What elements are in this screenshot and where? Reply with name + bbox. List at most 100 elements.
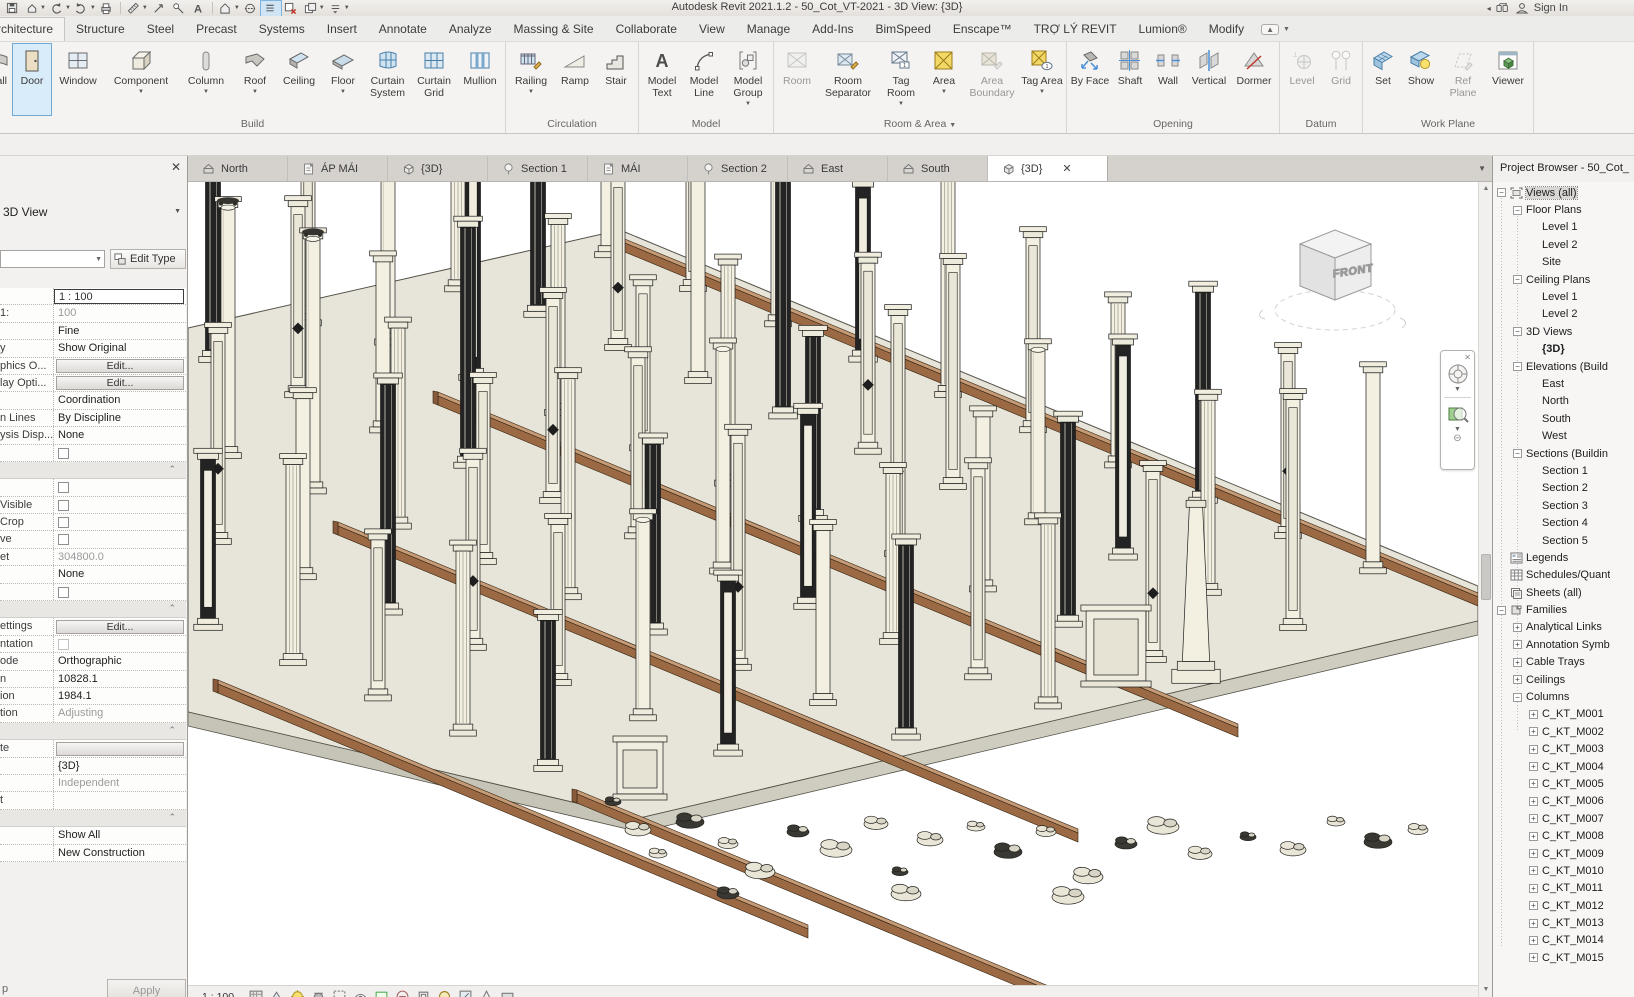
tree-item-c_kt_m007[interactable]: + C_KT_M007 [1493,810,1634,827]
collapse-icon[interactable]: − [1497,605,1506,615]
tree-item-section-5[interactable]: Section 5 [1493,532,1634,549]
ribbon-tab-massing-site[interactable]: Massing & Site [503,18,605,41]
tree-item-cable-trays[interactable]: + Cable Trays [1493,654,1634,671]
ribbon-tab-bimspeed[interactable]: BimSpeed [865,18,942,41]
mullion-button[interactable]: Mullion [457,43,503,116]
curtain-grid-button[interactable]: Curtain Grid [411,43,457,116]
view-tab-{3d}[interactable]: {3D} ✕ [988,156,1108,181]
tree-item-c_kt_m013[interactable]: + C_KT_M013 [1493,914,1634,931]
scroll-down-icon[interactable]: ▼ [1479,983,1493,997]
collapse-icon[interactable]: − [1513,327,1522,337]
close-icon[interactable]: ✕ [171,161,181,173]
view-tab--p-m-i[interactable]: ÁP MÁI [288,156,388,181]
shadows-icon[interactable] [311,989,326,997]
tree-item-south[interactable]: South [1493,410,1634,427]
expand-icon[interactable]: + [1529,709,1538,719]
ramp-button[interactable]: Ramp [554,43,596,116]
chevron-down-icon[interactable]: ▼ [138,89,144,95]
constraints-icon[interactable] [500,989,515,997]
chevron-down-icon[interactable]: ▼ [528,89,534,95]
zoom-out-icon[interactable]: ⊖ [1453,433,1461,444]
expand-icon[interactable]: + [1529,796,1538,806]
reveal-hidden-elements-icon[interactable] [437,989,452,997]
collapse-icon[interactable]: − [1513,692,1522,702]
search-help-icon[interactable] [1496,2,1510,14]
view-tab-east[interactable]: East [788,156,888,181]
chevron-down-icon[interactable]: ▼ [203,89,209,95]
ribbon-tab-modify[interactable]: Modify [1198,18,1255,41]
chevron-down-icon[interactable]: ▼ [252,89,258,95]
view-tab-north[interactable]: North [188,156,288,181]
tree-item-ceilings[interactable]: + Ceilings [1493,671,1634,688]
column-button[interactable]: Column ▼ [178,43,234,116]
ribbon-tab-systems[interactable]: Systems [248,18,316,41]
default-3d-view-icon[interactable] [216,1,236,16]
tree-item-3d-views[interactable]: −3D Views [1493,323,1634,340]
ribbon-tab-structure[interactable]: Structure [65,18,136,41]
tree-item-east[interactable]: East [1493,375,1634,392]
chevron-down-icon[interactable]: ▼ [340,89,346,95]
tree-item-c_kt_m009[interactable]: + C_KT_M009 [1493,845,1634,862]
collapse-icon[interactable]: − [1513,362,1522,372]
property-section-header[interactable]: ⌃ [0,461,186,480]
property-value[interactable]: Show Original [54,340,186,356]
property-value[interactable]: Adjusting [54,705,186,721]
chevron-down-icon[interactable]: ▼ [234,5,240,11]
property-section-header[interactable]: ⌃ [0,722,186,741]
tree-item-elevations-build[interactable]: − Elevations (Build [1493,358,1634,375]
view-tab-{3d}[interactable]: {3D} [388,156,488,181]
chevron-down-icon[interactable]: ▼ [65,5,71,11]
zoom-icon[interactable] [1446,402,1470,426]
tree-item-site[interactable]: Site [1493,254,1634,271]
property-value[interactable]: None [54,427,186,443]
chevron-down-icon[interactable]: ▼ [40,5,46,11]
component-button[interactable]: Component ▼ [104,43,178,116]
expand-icon[interactable]: + [1529,935,1538,945]
tree-item-section-3[interactable]: Section 3 [1493,497,1634,514]
wall-button[interactable]: Wall▼ [0,43,12,116]
property-value[interactable]: By Discipline [54,410,186,426]
expand-icon[interactable]: + [1529,762,1538,772]
tree-item-c_kt_m006[interactable]: + C_KT_M006 [1493,793,1634,810]
tree-item-level-1[interactable]: Level 1 [1493,219,1634,236]
tree-item-{3d}[interactable]: {3D} [1493,341,1634,358]
property-value[interactable]: None [54,566,186,582]
ribbon-tab-analyze[interactable]: Analyze [438,18,503,41]
tree-item-families[interactable]: − Families [1493,601,1634,618]
ribbon-tab-manage[interactable]: Manage [736,18,801,41]
tree-item-c_kt_m010[interactable]: + C_KT_M010 [1493,862,1634,879]
tree-item-sections-buildin[interactable]: − Sections (Buildin [1493,445,1634,462]
expand-icon[interactable]: + [1529,918,1538,928]
visual-style-icon[interactable] [269,989,284,997]
property-value-input[interactable]: 1 : 100 [54,289,184,304]
ribbon-tab-precast[interactable]: Precast [185,18,248,41]
chevron-down-icon[interactable]: ▼ [319,5,325,11]
property-value[interactable]: New Construction [54,845,186,861]
unlocked-view-icon[interactable] [395,989,410,997]
expand-icon[interactable]: + [1529,779,1538,789]
collapse-icon[interactable]: − [1513,275,1522,285]
vertical-button[interactable]: Vertical [1187,43,1231,116]
property-checkbox[interactable] [58,534,69,546]
ribbon-tab-tr-l-revit[interactable]: TRỢ LÝ REVIT [1023,18,1128,41]
curtain-system-button[interactable]: Curtain System [364,43,411,116]
property-value[interactable]: Independent [54,775,186,791]
print-icon[interactable] [97,1,117,16]
expand-icon[interactable]: + [1529,849,1538,859]
sun-path-icon[interactable] [290,989,305,997]
frame-collapse-icon[interactable]: ◂ [1487,4,1491,13]
shaft-button[interactable]: Shaft [1111,43,1149,116]
chevron-down-icon[interactable]: ▼ [898,101,904,107]
ribbon-tab-enscape-[interactable]: Enscape™ [942,18,1023,41]
type-selector[interactable]: ▼ [0,250,105,268]
tree-item-level-1[interactable]: Level 1 [1493,288,1634,305]
property-checkbox[interactable] [58,482,69,494]
detail-level-icon[interactable] [248,989,263,997]
tree-item-floor-plans[interactable]: − Floor Plans [1493,201,1634,218]
tree-item-sheets-all-[interactable]: Sheets (all) [1493,584,1634,601]
property-edit-button[interactable] [56,741,184,756]
tree-item-c_kt_m012[interactable]: + C_KT_M012 [1493,897,1634,914]
expand-icon[interactable]: + [1529,953,1538,963]
model-text-button[interactable]: A Model Text [641,43,683,116]
tag-by-category-icon[interactable] [169,1,189,16]
